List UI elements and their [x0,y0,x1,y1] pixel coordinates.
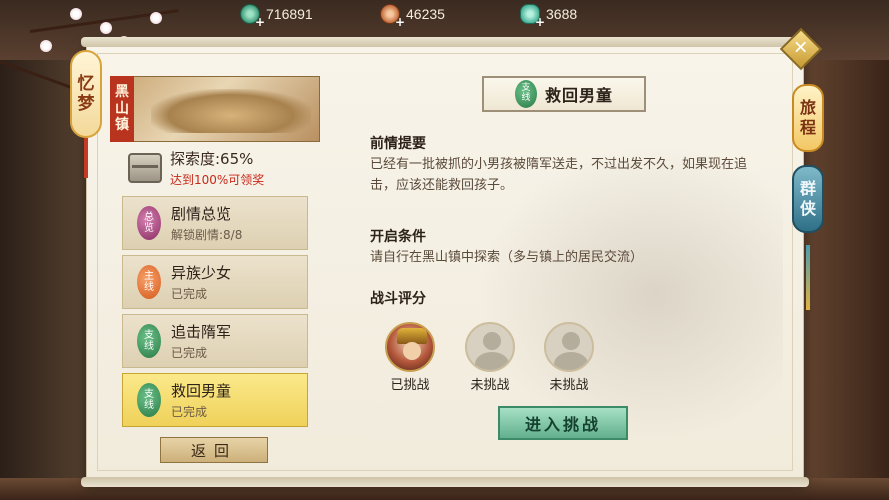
region-name-tag: 黑 山 镇 [110,76,134,142]
menu-item-status: 已完成 [171,405,208,419]
back-button[interactable]: 返回 [160,437,268,463]
tab-travel[interactable]: 旅 程 [792,84,824,152]
close-icon: ✕ [793,38,809,59]
tassel-decoration [84,138,88,178]
menu-item-foreign-girl[interactable]: 主 线 异族少女 已完成 [122,255,308,309]
side-quest-badge-icon: 支 线 [514,80,537,108]
tab-travel-char: 程 [799,118,816,137]
quest-title: 救回男童 [544,86,613,105]
main-quest-badge-icon: 主 线 [137,265,161,299]
rating-heading: 战斗评分 [370,291,426,307]
badge-char: 支 [144,330,154,341]
empty-avatar-icon [544,322,594,372]
add-icon: + [394,15,405,29]
region-banner-image [110,76,320,142]
region-name-char: 镇 [115,117,129,134]
blossom-flower [100,22,112,34]
challenger-slot[interactable]: 未挑战 [463,322,517,393]
jade-coin-value: 716891 [266,6,313,22]
add-icon: + [534,15,545,29]
jade-coin-icon: + [240,4,265,28]
copper-coin-value: 46235 [406,6,445,22]
challenge-status: 已挑战 [390,378,430,393]
enter-challenge-button[interactable]: 进入挑战 [498,406,628,440]
tab-travel-char: 旅 [799,98,816,117]
exploration-progress: 探索度:65% [170,150,254,168]
tab-memory-char: 忆 [77,73,95,94]
blossom-flower [40,40,52,52]
treasure-chest-icon [128,153,162,183]
badge-char: 线 [144,400,154,411]
hero-avatar [385,322,435,372]
menu-item-title: 异族少女 [171,264,232,282]
menu-item-title: 追击隋军 [171,323,232,341]
badge-char: 线 [144,282,154,293]
menu-item-story-overview[interactable]: 总 览 剧情总览 解锁剧情:8/8 [122,196,308,250]
badge-char: 线 [144,341,154,352]
tab-heroes-char: 侠 [799,199,816,218]
overview-badge-icon: 总 览 [137,206,161,240]
copper-coin-counter[interactable]: + 46235 [380,4,520,28]
menu-item-title: 救回男童 [171,382,232,400]
menu-item-status: 已完成 [171,346,208,360]
badge-char: 总 [144,212,154,223]
badge-char: 线 [521,93,531,103]
add-icon: + [254,15,265,29]
jade-token-counter[interactable]: + 3688 [520,4,660,28]
badge-char: 览 [144,223,154,234]
side-quest-badge-icon: 支 线 [137,383,161,417]
menu-item-title: 剧情总览 [171,205,232,223]
condition-heading: 开启条件 [370,229,426,245]
menu-item-status: 已完成 [171,287,208,301]
challenge-status: 未挑战 [549,378,589,393]
jade-token-value: 3688 [546,6,578,22]
region-name-char: 黑 [115,83,129,100]
challenger-slot[interactable]: 已挑战 [383,322,437,393]
currency-bar: + 716891 + 46235 + 3688 [240,0,660,28]
badge-char: 主 [144,271,154,282]
blossom-flower [150,12,162,24]
tassel-decoration [806,245,810,310]
copper-coin-icon: + [380,4,405,28]
badge-char: 支 [144,389,154,400]
condition-text: 请自行在黑山镇中探索（多与镇上的居民交流） [370,250,644,265]
tab-memory-char: 梦 [77,94,95,114]
prologue-heading: 前情提要 [370,136,426,152]
exploration-reward[interactable]: 探索度:65% 达到100%可领奖 [122,144,308,192]
side-quest-badge-icon: 支 线 [137,324,161,358]
exploration-reward-hint: 达到100%可领奖 [170,173,265,187]
menu-item-rescue-boy[interactable]: 支 线 救回男童 已完成 [122,373,308,427]
menu-item-status: 解锁剧情:8/8 [171,228,243,242]
tab-memory[interactable]: 忆 梦 [70,50,102,138]
prologue-text: 已经有一批被抓的小男孩被隋军送走，不过出发不久，如果现在追击，应该还能救回孩子。 [370,157,748,193]
floating-island-art [151,89,311,133]
menu-item-pursue-sui-army[interactable]: 支 线 追击隋军 已完成 [122,314,308,368]
quest-title-plaque: 支 线 救回男童 [482,76,646,112]
challenge-status: 未挑战 [470,378,510,393]
blossom-flower [70,8,82,20]
jade-token-icon: + [520,4,545,28]
region-name-char: 山 [115,100,129,117]
jade-coin-counter[interactable]: + 716891 [240,4,380,28]
tab-heroes-char: 群 [799,179,816,198]
challenger-slot[interactable]: 未挑战 [542,322,596,393]
empty-avatar-icon [465,322,515,372]
tab-heroes[interactable]: 群 侠 [792,165,824,233]
